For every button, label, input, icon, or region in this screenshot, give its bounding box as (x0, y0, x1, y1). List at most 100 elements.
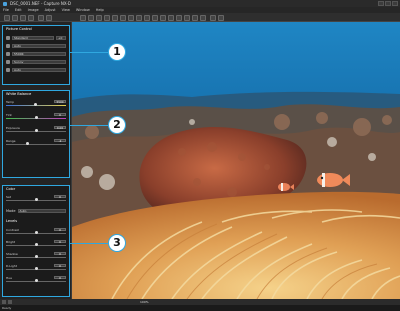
info-icon[interactable] (168, 14, 174, 21)
crop-icon[interactable] (96, 14, 102, 21)
panel1-row[interactable]: Auto (6, 43, 66, 48)
panel-section-1: Picture Control Standard +0 Auto 5500K S… (2, 25, 70, 85)
print-icon[interactable] (38, 14, 44, 21)
slider-thumb[interactable] (35, 231, 38, 234)
slider-thumb[interactable] (35, 255, 38, 258)
panel1-row[interactable]: Auto (6, 67, 66, 72)
panel3-title: Color (6, 187, 16, 191)
slider-thumb[interactable] (35, 129, 38, 132)
viewer-icon[interactable] (200, 14, 206, 21)
straighten-icon[interactable] (104, 14, 110, 21)
focus-icon[interactable] (160, 14, 166, 21)
image-viewer[interactable] (72, 22, 400, 299)
window-title: DSC_0001.NEF - Capture NX-D (10, 1, 71, 6)
menu-adjust[interactable]: Adjust (45, 8, 56, 12)
save-icon[interactable] (28, 14, 34, 21)
menu-file[interactable]: File (3, 8, 9, 12)
contrast-slider[interactable]: Contrast 0 (6, 227, 66, 234)
panel1-title: Picture Control (6, 27, 32, 31)
panel3-subtitle: Levels (6, 219, 18, 223)
menu-view[interactable]: View (62, 8, 70, 12)
shadow-icon[interactable] (152, 14, 158, 21)
slider-thumb[interactable] (34, 103, 37, 106)
mode-label: Mode (6, 208, 16, 213)
slider-value[interactable]: 0 (54, 227, 66, 231)
slider-thumb[interactable] (35, 243, 38, 246)
temp-select[interactable]: 5500K (12, 51, 66, 56)
slider-value[interactable]: -2 (54, 138, 66, 142)
slider-thumb[interactable] (35, 279, 38, 282)
panel1-row[interactable]: Standard +0 (6, 35, 66, 40)
slider-thumb[interactable] (35, 116, 38, 119)
hue-slider[interactable]: Hue 0 (6, 275, 66, 282)
exposure-slider[interactable]: Exposure 0.00 (6, 125, 66, 132)
panel1-row[interactable]: Sunny (6, 59, 66, 64)
slider-value[interactable]: 0 (54, 251, 66, 255)
shadow-slider[interactable]: Shadow 0 (6, 251, 66, 258)
forward-icon[interactable] (12, 14, 18, 21)
export-icon[interactable] (46, 14, 52, 21)
temp-slider[interactable]: Temp 5500 (6, 99, 66, 106)
app-icon (3, 1, 7, 6)
auto-select[interactable]: Auto (12, 67, 66, 72)
underwater-photo (72, 22, 400, 299)
slider-value[interactable]: 0 (54, 112, 66, 116)
callout-line-3 (70, 243, 108, 244)
filmstrip-prev-icon[interactable] (2, 300, 6, 304)
panel1-row[interactable]: 5500K (6, 51, 66, 56)
range-slider[interactable]: Range -2 (6, 138, 66, 145)
picture-control-value[interactable]: +0 (56, 35, 66, 40)
hand-icon[interactable] (88, 14, 94, 21)
close-button[interactable] (392, 1, 398, 6)
menu-edit[interactable]: Edit (15, 8, 22, 12)
tint-slider[interactable]: Tint 0 (6, 112, 66, 119)
folder-icon[interactable] (20, 14, 26, 21)
slider-label: Temp (6, 99, 14, 104)
mode-select[interactable]: Auto (17, 208, 66, 213)
toolbar (0, 13, 400, 22)
slider-thumb[interactable] (35, 267, 38, 270)
title-bar: DSC_0001.NEF - Capture NX-D (0, 0, 400, 7)
slider-value[interactable]: 0 (54, 275, 66, 279)
rotate-icon[interactable] (112, 14, 118, 21)
slider-value[interactable]: 0.00 (54, 125, 66, 129)
slider-value[interactable]: 0 (54, 263, 66, 267)
minimize-button[interactable] (378, 1, 384, 6)
wb-select[interactable]: Auto (12, 43, 66, 48)
highlight-icon[interactable] (144, 14, 150, 21)
histogram-icon[interactable] (136, 14, 142, 21)
map-icon[interactable] (176, 14, 182, 21)
help-icon[interactable] (218, 14, 224, 21)
filmstrip-icon[interactable] (184, 14, 190, 21)
slider-track (6, 143, 66, 145)
brightness-slider[interactable]: Bright 0 (6, 239, 66, 246)
d-lighting-slider[interactable]: D-Light 0 (6, 263, 66, 270)
maximize-button[interactable] (385, 1, 391, 6)
settings-icon[interactable] (210, 14, 216, 21)
compare-icon[interactable] (120, 14, 126, 21)
slider-value[interactable]: 0 (54, 239, 66, 243)
slider-thumb[interactable] (35, 198, 38, 201)
preset-select[interactable]: Sunny (12, 59, 66, 64)
picture-control-select[interactable]: Standard (12, 35, 54, 40)
grid-icon[interactable] (128, 14, 134, 21)
slider-label: Sat (6, 194, 11, 199)
wb-icon (6, 43, 10, 48)
adjust-panel: Picture Control Standard +0 Auto 5500K S… (0, 22, 72, 299)
slider-thumb[interactable] (26, 142, 29, 145)
zoom-level[interactable]: 100% (140, 300, 149, 304)
menu-help[interactable]: Help (96, 8, 104, 12)
mode-row[interactable]: Mode Auto (6, 208, 66, 213)
zoom-icon[interactable] (80, 14, 86, 21)
callout-3: 3 (108, 234, 126, 252)
callout-line-2 (70, 125, 108, 126)
saturation-slider[interactable]: Sat 0 (6, 194, 66, 201)
back-icon[interactable] (4, 14, 10, 21)
filmstrip-next-icon[interactable] (8, 300, 12, 304)
menu-window[interactable]: Window (76, 8, 90, 12)
temp-icon (6, 51, 10, 56)
menu-image[interactable]: Image (28, 8, 39, 12)
browser-icon[interactable] (192, 14, 198, 21)
slider-value[interactable]: 0 (54, 194, 66, 198)
slider-value[interactable]: 5500 (54, 99, 66, 103)
